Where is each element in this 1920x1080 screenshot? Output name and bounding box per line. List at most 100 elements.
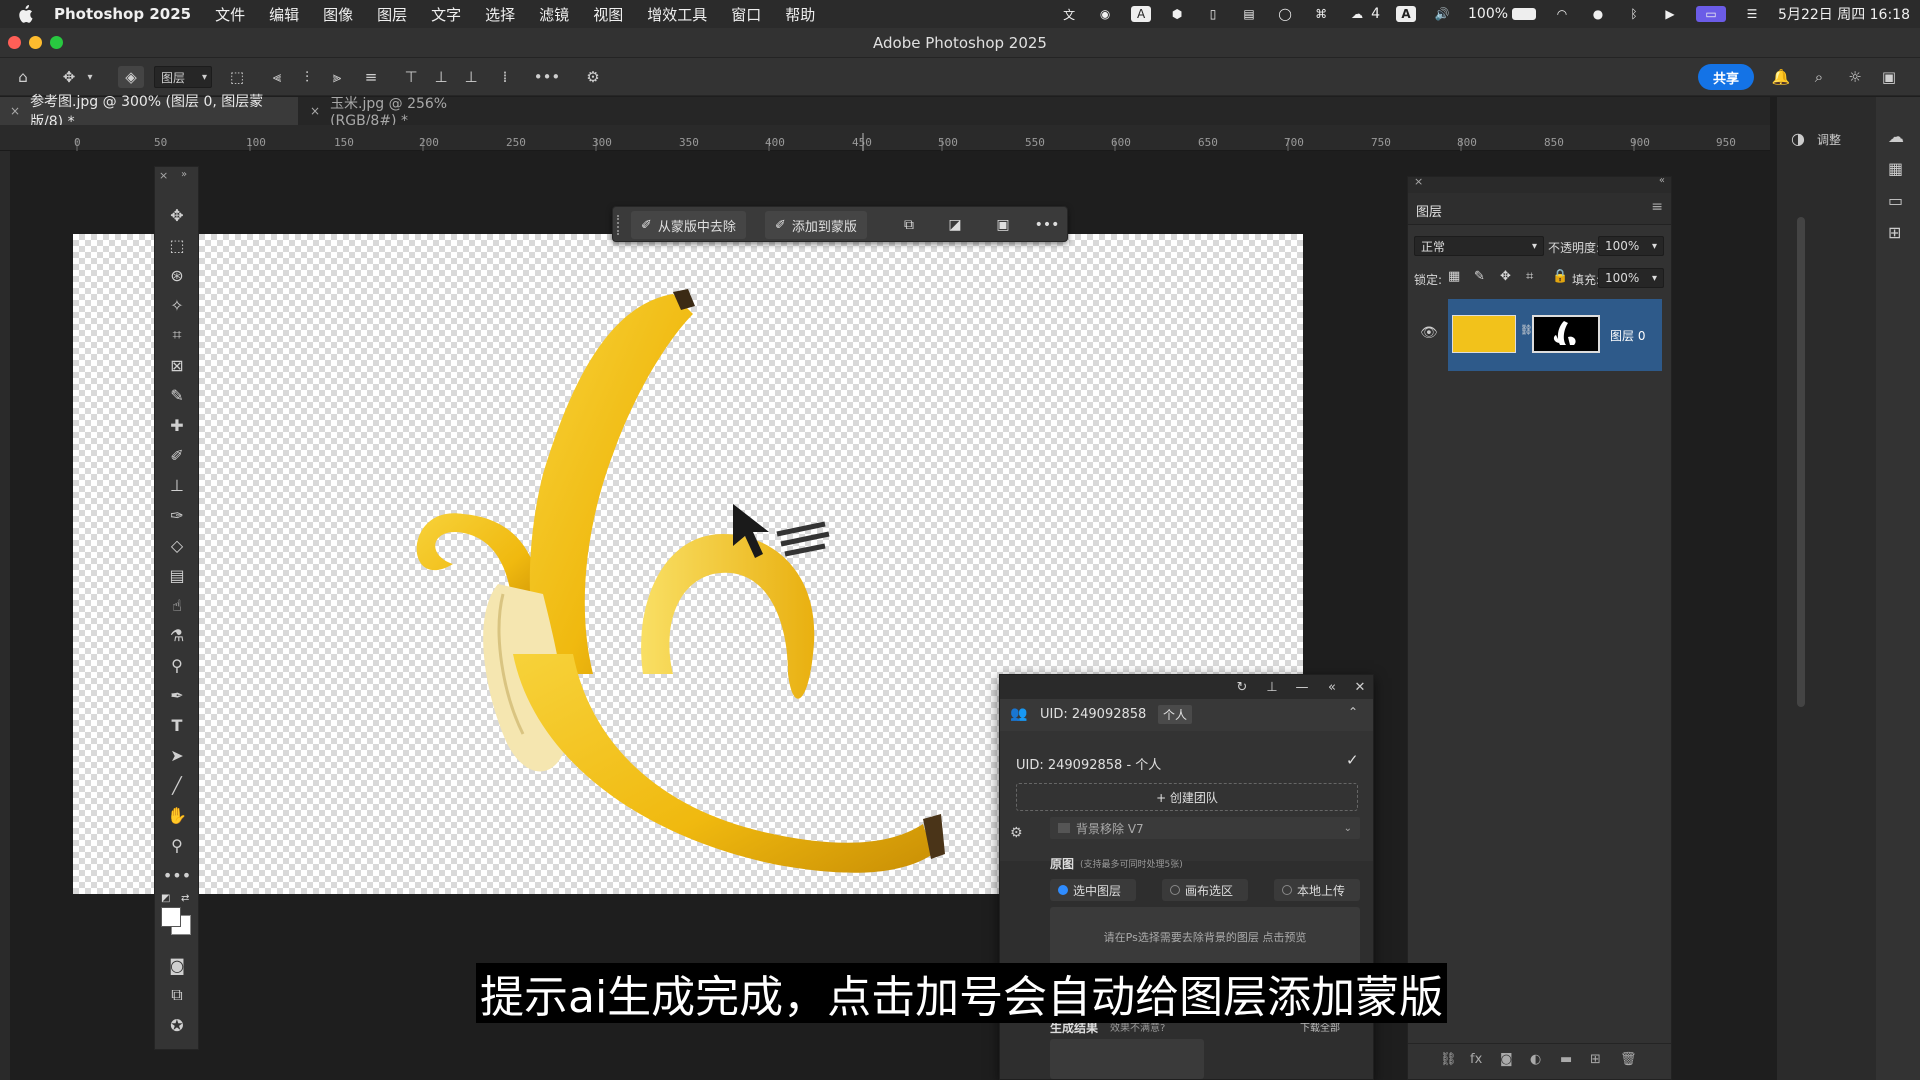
more-tools-icon[interactable]: ••• — [163, 863, 191, 887]
share-button[interactable]: 共享 — [1698, 64, 1754, 90]
subtract-from-mask-button[interactable]: ✐ 从蒙版中去除 — [631, 211, 746, 239]
adjustments-icon[interactable]: ◑ — [1791, 129, 1805, 148]
play-icon[interactable]: ▶ — [1660, 6, 1680, 22]
distribute-vertical-icon[interactable]: ⁞ — [494, 66, 516, 88]
tab-corn[interactable]: × 玉米.jpg @ 256%(RGB/8#) * — [300, 96, 520, 129]
type-tool-icon[interactable]: T — [165, 713, 189, 737]
burn-tool-icon[interactable]: ⚗ — [165, 623, 189, 647]
menu-view[interactable]: 视图 — [593, 4, 623, 25]
feature-select[interactable]: 背景移除 V7 ⌄ — [1050, 817, 1360, 839]
fx-icon[interactable]: fx — [1470, 1052, 1482, 1067]
lock-position-icon[interactable]: ✥ — [1500, 269, 1511, 284]
ai-generate-icon[interactable]: ✪ — [165, 1013, 189, 1037]
volume-icon[interactable]: 🔊 — [1432, 6, 1452, 22]
clone-stamp-icon[interactable]: ⊥ — [165, 473, 189, 497]
crop-tool-icon[interactable]: ⌗ — [165, 323, 189, 347]
opacity-field[interactable]: 100% ▾ — [1598, 236, 1664, 256]
app-name-menu[interactable]: Photoshop 2025 — [54, 5, 191, 23]
menu-image[interactable]: 图像 — [323, 4, 353, 25]
blend-mode-dropdown[interactable]: 正常 ▾ — [1414, 236, 1544, 256]
quick-mask-icon[interactable]: ◙ — [165, 953, 189, 977]
home-icon[interactable]: ⌂ — [12, 66, 34, 88]
align-bottom-icon[interactable]: ⊥ — [460, 66, 482, 88]
radio-selected-layer[interactable]: 选中图层 — [1050, 879, 1136, 901]
control-center-icon[interactable]: ☰ — [1742, 6, 1762, 22]
adjustment-layer-icon[interactable]: ◐ — [1530, 1052, 1541, 1067]
marquee-tool-icon[interactable]: ⬚ — [165, 233, 189, 257]
radio-local-upload[interactable]: 本地上传 — [1274, 879, 1360, 901]
apple-menu-icon[interactable] — [14, 4, 36, 24]
transform-controls-icon[interactable]: ⬚ — [226, 66, 248, 88]
new-layer-icon[interactable]: ⊞ — [1590, 1052, 1601, 1067]
workspace-icon[interactable]: ▣ — [1878, 66, 1900, 88]
battery-status[interactable]: 100% — [1468, 6, 1537, 22]
add-mask-icon[interactable]: ◙ — [1500, 1052, 1513, 1067]
close-icon[interactable]: ✕ — [1352, 679, 1368, 695]
foreground-color-swatch[interactable] — [161, 907, 181, 927]
collapse-icon[interactable]: « — [1659, 175, 1665, 186]
wifi-icon[interactable]: ◠ — [1552, 6, 1572, 22]
menu-edit[interactable]: 编辑 — [269, 4, 299, 25]
align-right-icon[interactable]: ⫸ — [326, 66, 348, 88]
more-options-icon[interactable]: ••• — [1035, 215, 1060, 235]
lock-artboard-icon[interactable]: ⌗ — [1526, 269, 1533, 284]
pen-tool-icon[interactable]: ✒ — [165, 683, 189, 707]
menu-help[interactable]: 帮助 — [785, 4, 815, 25]
menu-select[interactable]: 选择 — [485, 4, 515, 25]
lightbulb-icon[interactable]: ☼ — [1844, 66, 1866, 88]
properties-icon[interactable]: ▭ — [1888, 191, 1903, 210]
preview-area[interactable]: 请在Ps选择需要去除背景的图层 点击预览 — [1050, 907, 1360, 967]
swatches-icon[interactable]: ▦ — [1888, 159, 1903, 178]
auto-select-icon[interactable]: ◈ — [118, 66, 144, 88]
search-icon[interactable]: ⌕ — [1808, 66, 1830, 88]
path-selection-icon[interactable]: ➤ — [165, 743, 189, 767]
quick-selection-icon[interactable]: ⊛ — [165, 263, 189, 287]
font-app-icon[interactable]: A — [1131, 6, 1152, 22]
menu-filter[interactable]: 滤镜 — [539, 4, 569, 25]
zoom-tool-icon[interactable]: ⚲ — [165, 833, 189, 857]
line-tool-icon[interactable]: ╱ — [165, 773, 189, 797]
gear-icon[interactable]: ⚙ — [1010, 825, 1023, 841]
align-center-icon[interactable]: ⫶ — [296, 66, 318, 88]
close-icon[interactable]: × — [10, 104, 20, 118]
create-team-button[interactable]: + 创建团队 — [1016, 783, 1358, 811]
clock[interactable]: 5月22日 周四 16:18 — [1778, 4, 1910, 24]
drive-icon[interactable]: ▤ — [1239, 6, 1259, 22]
wechat-status[interactable]: ☁ 4 — [1347, 6, 1380, 22]
gradient-tool-icon[interactable]: ▤ — [165, 563, 189, 587]
collapse-icon[interactable]: » — [181, 169, 187, 180]
panel-menu-icon[interactable]: ≡ — [1651, 199, 1663, 215]
menu-type[interactable]: 文字 — [431, 4, 461, 25]
align-left-icon[interactable]: ⫷ — [266, 66, 288, 88]
minimize-icon[interactable]: — — [1294, 679, 1310, 695]
menu-window[interactable]: 窗口 — [731, 4, 761, 25]
user-icon[interactable]: ● — [1588, 6, 1608, 22]
record-icon[interactable]: ◉ — [1095, 6, 1115, 22]
collapse-icon[interactable]: « — [1324, 679, 1340, 695]
menu-plugins[interactable]: 增效工具 — [647, 4, 707, 25]
default-colors-icon[interactable]: ◩ — [161, 893, 170, 904]
lock-transparency-icon[interactable]: ▦ — [1448, 269, 1460, 284]
result-thumbnail-slot[interactable] — [1050, 1039, 1204, 1079]
fill-field[interactable]: 100% ▾ — [1598, 268, 1664, 288]
mouse-icon[interactable]: ▯ — [1203, 6, 1223, 22]
align-middle-icon[interactable]: ⊥ — [430, 66, 452, 88]
cube-icon[interactable]: ⬢ — [1167, 6, 1187, 22]
brush-tool-icon[interactable]: ✐ — [165, 443, 189, 467]
magic-wand-icon[interactable]: ✧ — [165, 293, 189, 317]
chat-bubble-icon[interactable]: ◯ — [1275, 6, 1295, 22]
libraries-icon[interactable]: ☁ — [1888, 127, 1904, 146]
input-method-icon[interactable]: A — [1396, 6, 1416, 22]
horizontal-ruler[interactable]: 0 50 100 150 200 250 300 350 400 450 500… — [0, 125, 1770, 151]
account-option[interactable]: UID: 249092858 - 个人 — [1016, 754, 1161, 773]
adjustments-label[interactable]: 调整 — [1817, 131, 1841, 148]
chevron-up-icon[interactable]: ⌃ — [1348, 705, 1358, 719]
refresh-icon[interactable]: ↻ — [1234, 679, 1250, 695]
layer-select-dropdown[interactable]: 图层 ▾ — [154, 66, 212, 88]
menu-file[interactable]: 文件 — [215, 4, 245, 25]
invert-mask-icon[interactable]: ◪ — [945, 215, 965, 235]
layer-thumbnail[interactable] — [1452, 315, 1516, 353]
align-top-icon[interactable]: ⊤ — [400, 66, 422, 88]
radio-canvas-selection[interactable]: 画布选区 — [1162, 879, 1248, 901]
add-to-mask-button[interactable]: ✐ 添加到蒙版 — [765, 211, 867, 239]
